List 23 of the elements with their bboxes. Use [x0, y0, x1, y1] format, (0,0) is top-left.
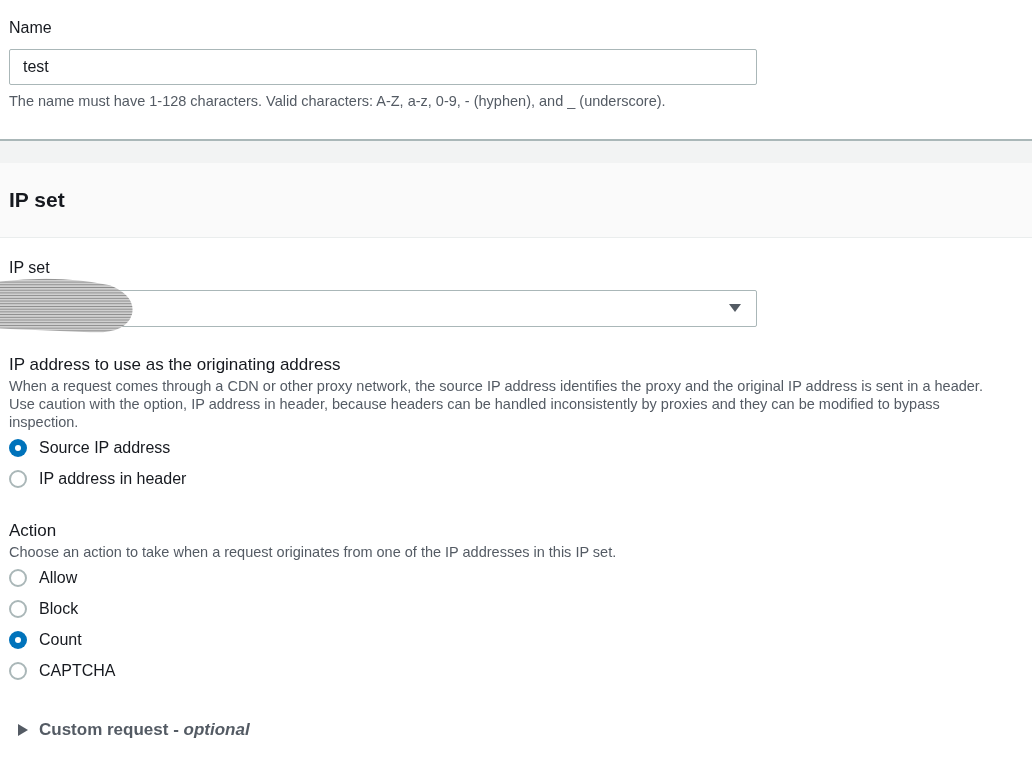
radio-label[interactable]: Block: [39, 597, 79, 622]
description-text: Choose an action to take when a request originates from one of the IP addresses in this IP set.: [9, 542, 618, 561]
expandable-section-toggle[interactable]: Custom request - optional: [17, 716, 250, 743]
radio-button[interactable]: [9, 662, 27, 681]
description-text: When a request comes through a CDN or other proxy network, the source IP address identifies the proxy and the original IP address is sent in a header. Use caution with the option, IP address in header, because headers can be handled inconsistently by proxies and they can be modified to bypass inspection.: [9, 376, 984, 431]
radio-label[interactable]: IP address in header: [39, 467, 187, 492]
hint-text: The name must have 1-128 characters. Valid characters: A-Z, a-z, 0-9, - (hyphen), and _ (underscore).: [9, 92, 667, 111]
radio-button[interactable]: [9, 569, 27, 588]
radio-label[interactable]: Allow: [39, 566, 78, 591]
radio-label[interactable]: Count: [39, 628, 82, 653]
field-label: IP set: [9, 257, 51, 278]
field-label: Action: [9, 519, 58, 542]
radio-button[interactable]: [9, 470, 27, 489]
field-label: IP address to use as the originating address: [9, 353, 342, 376]
radio-button[interactable]: [9, 439, 27, 458]
radio-button[interactable]: [9, 600, 27, 619]
caret-down-icon: [728, 303, 742, 314]
section-title: IP set: [9, 189, 65, 211]
name-input-field[interactable]: test: [9, 49, 757, 85]
radio-label[interactable]: CAPTCHA: [39, 659, 116, 684]
field-label: Name: [9, 18, 53, 38]
radio-label[interactable]: Source IP address: [39, 436, 171, 461]
radio-button[interactable]: [9, 631, 27, 650]
